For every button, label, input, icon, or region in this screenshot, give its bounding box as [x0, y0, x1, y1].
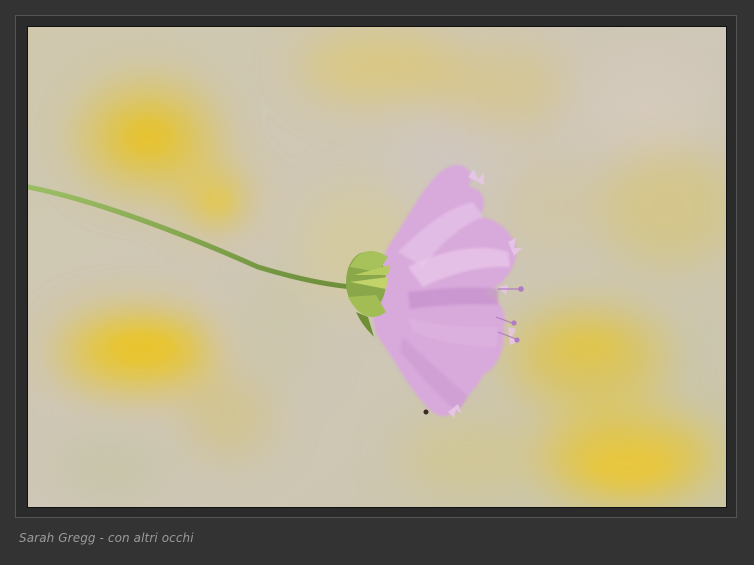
insect-dot: [423, 409, 429, 415]
photo: [27, 26, 727, 508]
flower-photo-image: [28, 27, 726, 507]
photo-caption: Sarah Gregg - con altri occhi: [19, 531, 194, 545]
